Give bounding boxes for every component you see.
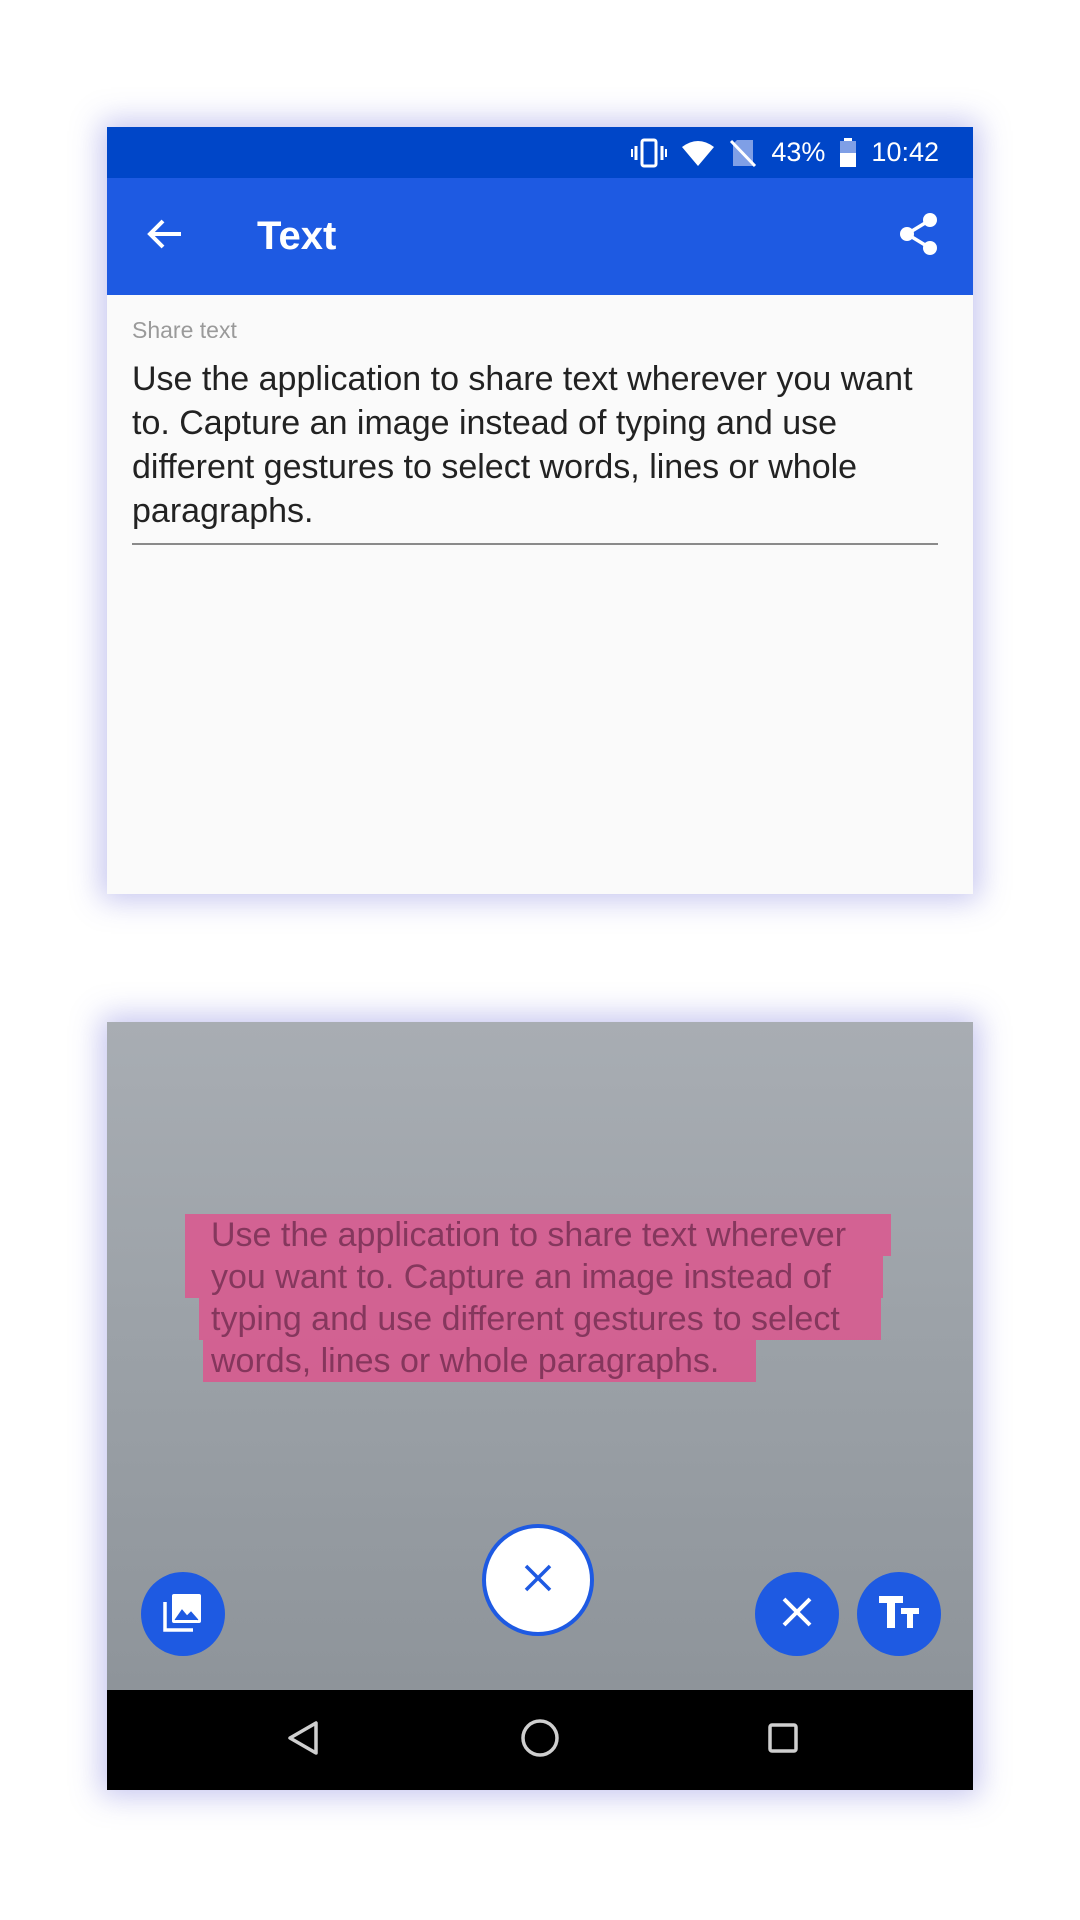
close-icon	[521, 1561, 555, 1600]
recognized-line[interactable]: Use the application to share text wherev…	[185, 1214, 891, 1256]
nav-back-button[interactable]	[275, 1712, 331, 1768]
no-sim-icon	[729, 138, 757, 168]
gallery-icon	[161, 1590, 205, 1639]
nav-recents-button[interactable]	[755, 1712, 811, 1768]
battery-percent: 43%	[771, 137, 826, 167]
gallery-button[interactable]	[141, 1572, 225, 1656]
nav-recents-icon	[767, 1722, 799, 1759]
share-text-field[interactable]: Use the application to share text wherev…	[132, 357, 938, 545]
clock: 10:42	[871, 137, 939, 167]
navigation-bar	[107, 1690, 973, 1790]
recognized-text-block[interactable]: Use the application to share text wherev…	[185, 1214, 895, 1382]
vibrate-icon	[631, 138, 668, 168]
recognized-line[interactable]: you want to. Capture an image instead of	[185, 1256, 883, 1298]
camera-screen: Use the application to share text wherev…	[107, 1022, 973, 1790]
recognized-line[interactable]: words, lines or whole paragraphs.	[203, 1340, 756, 1382]
back-button[interactable]	[137, 208, 193, 264]
close-icon	[780, 1595, 814, 1634]
recognized-line[interactable]: typing and use different gestures to sel…	[199, 1298, 881, 1340]
text-size-icon	[877, 1592, 921, 1637]
arrow-back-icon	[145, 214, 185, 259]
camera-preview[interactable]: Use the application to share text wherev…	[107, 1022, 973, 1690]
status-bar: 43% 10:42	[107, 127, 973, 178]
editor-area: Share text Use the application to share …	[107, 295, 973, 894]
text-screen: 43% 10:42 Text Share text Use the applic…	[107, 127, 973, 894]
clear-selection-button[interactable]	[755, 1572, 839, 1656]
share-text-label: Share text	[132, 317, 237, 343]
share-icon	[897, 211, 941, 262]
nav-home-icon	[519, 1717, 561, 1764]
text-mode-button[interactable]	[857, 1572, 941, 1656]
app-bar: Text	[107, 178, 973, 295]
share-button[interactable]	[891, 208, 947, 264]
capture-button[interactable]	[482, 1524, 594, 1636]
page-title: Text	[257, 214, 337, 258]
wifi-icon	[681, 139, 715, 167]
nav-back-icon	[286, 1720, 320, 1761]
nav-home-button[interactable]	[512, 1712, 568, 1768]
battery-icon	[839, 137, 857, 168]
